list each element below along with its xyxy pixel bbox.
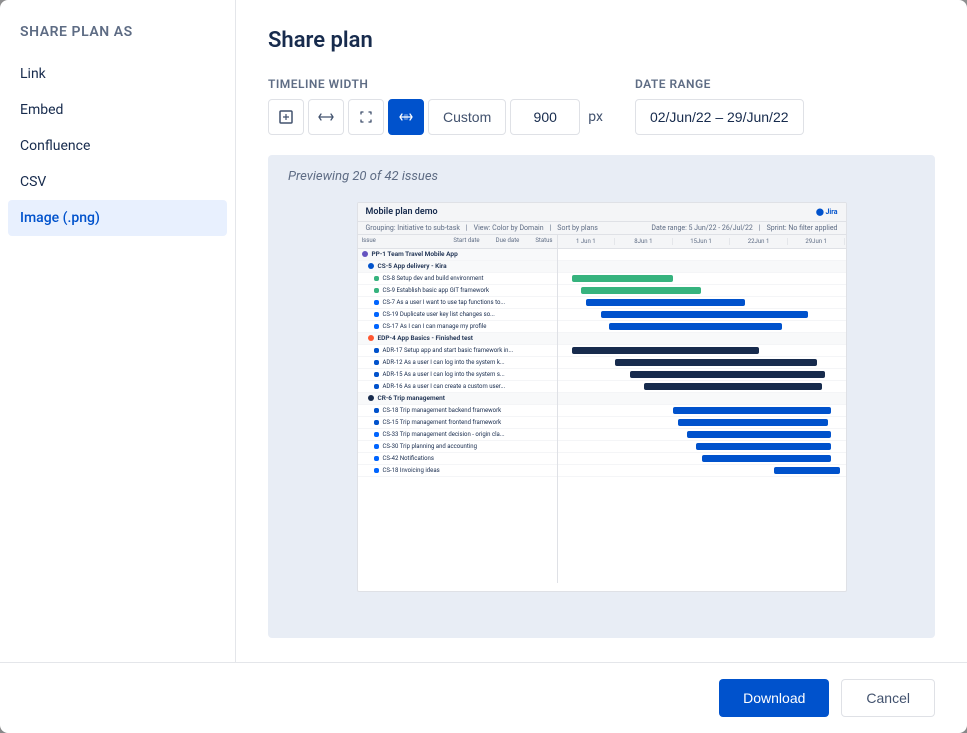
gantt-bar-row xyxy=(558,321,846,333)
sidebar-item-confluence[interactable]: Confluence xyxy=(0,128,235,164)
gantt-bar-row xyxy=(558,309,846,321)
gantt-tasks: Issue Start date Due date Status PP-1 Te… xyxy=(358,235,558,583)
gantt-row: CS-33 Trip management decision - origin … xyxy=(358,429,557,441)
sidebar-item-link[interactable]: Link xyxy=(0,56,235,92)
timeline-width-group: Timeline width xyxy=(268,77,603,135)
gantt-bar-row xyxy=(558,429,846,441)
sidebar-item-csv[interactable]: CSV xyxy=(0,164,235,200)
gantt-bar-row xyxy=(558,417,846,429)
gantt-row: CS-8 Setup dev and build environment xyxy=(358,273,557,285)
custom-label-button[interactable]: Custom xyxy=(428,99,506,135)
gantt-row: CS-30 Trip planning and accounting xyxy=(358,441,557,453)
gantt-bar-row xyxy=(558,333,846,345)
gantt-row: ADR-15 As a user I can log into the syst… xyxy=(358,369,557,381)
gantt-bars: 1 Jun 1 8Jun 1 15Jun 1 22Jun 1 29Jun 1 xyxy=(558,235,846,583)
gantt-bar-row xyxy=(558,405,846,417)
gantt-row: CS-5 App delivery - Kira xyxy=(358,261,557,273)
gantt-bar-row xyxy=(558,465,846,477)
actual-size-button[interactable] xyxy=(348,99,384,135)
main-content: Share plan Timeline width xyxy=(236,0,967,662)
gantt-bar-row xyxy=(558,441,846,453)
gantt-bar-rows xyxy=(558,249,846,583)
preview-image: Mobile plan demo ⬤ Jira Grouping: Initia… xyxy=(357,202,847,592)
modal-overlay: Share plan as Link Embed Confluence CSV … xyxy=(0,0,967,733)
sidebar-item-image-png[interactable]: Image (.png) xyxy=(8,200,227,236)
gantt-sub-header: Grouping: Initiative to sub-task | View:… xyxy=(358,222,846,235)
modal-footer: Download Cancel xyxy=(0,662,967,733)
gantt-row: PP-1 Team Travel Mobile App xyxy=(358,249,557,261)
gantt-bar xyxy=(581,287,702,294)
gantt-bar xyxy=(601,311,808,318)
preview-area: Previewing 20 of 42 issues Mobile plan d… xyxy=(268,155,935,638)
gantt-bar xyxy=(687,431,831,438)
gantt-row: CS-18 Invoicing ideas xyxy=(358,465,557,477)
sidebar-item-embed[interactable]: Embed xyxy=(0,92,235,128)
timeline-controls: Custom px xyxy=(268,99,603,135)
cancel-button[interactable]: Cancel xyxy=(841,679,935,717)
custom-size-button[interactable] xyxy=(388,99,424,135)
gantt-col-header: Issue Start date Due date Status xyxy=(358,235,557,249)
gantt-bar xyxy=(609,323,782,330)
gantt-bar-row xyxy=(558,261,846,273)
gantt-bar xyxy=(572,275,673,282)
gantt-bar xyxy=(696,443,831,450)
gantt-bar-row xyxy=(558,381,846,393)
gantt-bar xyxy=(673,407,831,414)
gantt-row: CS-17 As I can I can manage my profile xyxy=(358,321,557,333)
gantt-bar-row xyxy=(558,273,846,285)
gantt-row: CS-7 As a user I want to use tap functio… xyxy=(358,297,557,309)
controls-row: Timeline width xyxy=(268,77,935,135)
gantt-bar-row xyxy=(558,285,846,297)
gantt-bar xyxy=(586,299,744,306)
gantt-row: CS-15 Trip management frontend framework xyxy=(358,417,557,429)
gantt-bar xyxy=(644,383,823,390)
gantt-bar-row xyxy=(558,393,846,405)
gantt-row: CR-6 Trip management xyxy=(358,393,557,405)
gantt-logo: ⬤ Jira xyxy=(816,208,838,216)
modal-title: Share plan xyxy=(268,28,935,53)
gantt-row: ADR-17 Setup app and start basic framewo… xyxy=(358,345,557,357)
gantt-bar-row xyxy=(558,297,846,309)
date-range-label: Date range xyxy=(635,77,804,91)
gantt-row: CS-18 Trip management backend framework xyxy=(358,405,557,417)
modal-body: Share plan as Link Embed Confluence CSV … xyxy=(0,0,967,662)
gantt-bar-row xyxy=(558,249,846,261)
px-label: px xyxy=(588,109,603,125)
gantt-bar-row xyxy=(558,369,846,381)
gantt-row: EDP-4 App Basics - Finished test xyxy=(358,333,557,345)
date-range-group: Date range 02/Jun/22 – 29/Jun/22 xyxy=(635,77,804,135)
gantt-title: Mobile plan demo xyxy=(366,207,438,217)
date-range-button[interactable]: 02/Jun/22 – 29/Jun/22 xyxy=(635,99,804,135)
preview-label: Previewing 20 of 42 issues xyxy=(288,169,438,184)
gantt-header: Mobile plan demo ⬤ Jira xyxy=(358,203,846,222)
gantt-row: ADR-12 As a user I can log into the syst… xyxy=(358,357,557,369)
gantt-time-header: 1 Jun 1 8Jun 1 15Jun 1 22Jun 1 29Jun 1 xyxy=(558,235,846,249)
timeline-width-label: Timeline width xyxy=(268,77,603,91)
download-button[interactable]: Download xyxy=(719,679,829,717)
gantt-row: CS-19 Duplicate user key list changes so… xyxy=(358,309,557,321)
gantt-bar xyxy=(774,467,840,474)
width-input[interactable] xyxy=(510,99,580,135)
gantt-row: ADR-16 As a user I can create a custom u… xyxy=(358,381,557,393)
gantt-bar xyxy=(615,359,817,366)
gantt-bar xyxy=(630,371,826,378)
gantt-bar xyxy=(572,347,759,354)
gantt-row: CS-9 Establish basic app GIT framework xyxy=(358,285,557,297)
gantt-columns: Issue Start date Due date Status PP-1 Te… xyxy=(358,235,846,583)
gantt-bar-row xyxy=(558,345,846,357)
gantt-bar-row xyxy=(558,453,846,465)
modal: Share plan as Link Embed Confluence CSV … xyxy=(0,0,967,733)
gantt-bar xyxy=(702,455,832,462)
fit-page-button[interactable] xyxy=(268,99,304,135)
gantt-bar-row xyxy=(558,357,846,369)
fit-width-button[interactable] xyxy=(308,99,344,135)
gantt-row: CS-42 Notifications xyxy=(358,453,557,465)
gantt-bar xyxy=(678,419,828,426)
sidebar: Share plan as Link Embed Confluence CSV … xyxy=(0,0,236,662)
sidebar-heading: Share plan as xyxy=(0,24,235,56)
